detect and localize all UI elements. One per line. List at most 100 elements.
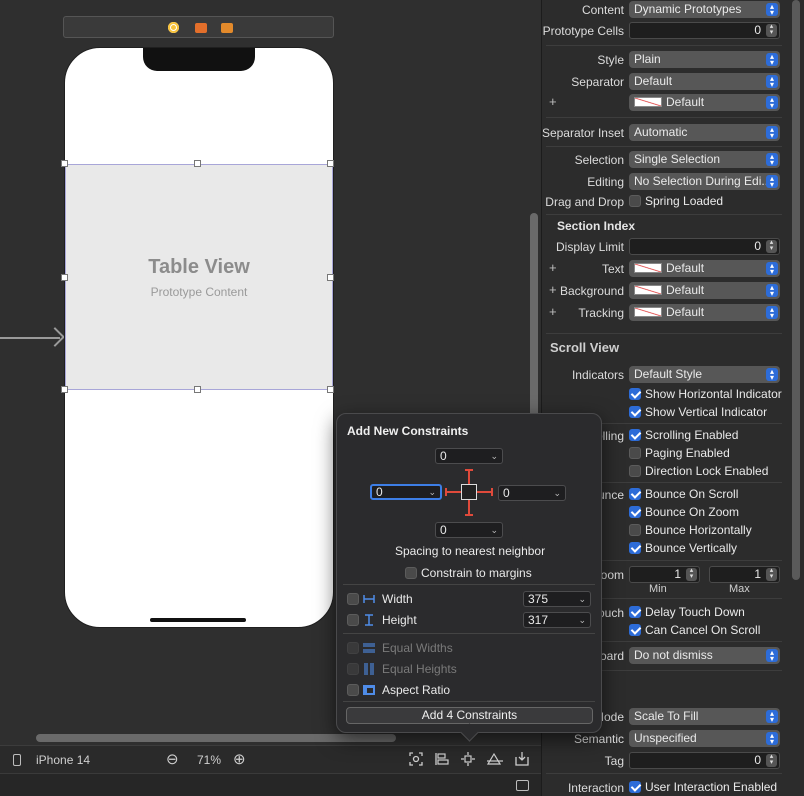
- add-variation-icon[interactable]: +: [549, 304, 557, 319]
- resize-handle[interactable]: [327, 274, 334, 281]
- zoom-out-icon[interactable]: ⊖: [166, 750, 179, 768]
- bottom-spacing-value: 0: [440, 523, 447, 537]
- exit-icon[interactable]: [221, 23, 233, 33]
- zoom-min-field[interactable]: 1 ▴ ▾: [629, 566, 700, 583]
- stepper-icon[interactable]: ▴ ▾: [766, 239, 777, 253]
- height-checkbox[interactable]: [347, 613, 363, 627]
- device-icon[interactable]: [13, 754, 21, 766]
- zoom-max-field[interactable]: 1 ▴ ▾: [709, 566, 780, 583]
- chevron-down-icon[interactable]: ⌄: [428, 486, 436, 498]
- separator-inset-popup[interactable]: Automatic ▴ ▾: [629, 124, 780, 141]
- checkbox-box: [629, 624, 641, 636]
- separator-popup[interactable]: Default ▴ ▾: [629, 73, 780, 90]
- stepper-icon[interactable]: ▴ ▾: [686, 567, 697, 581]
- scrolling-enabled-checkbox[interactable]: Scrolling Enabled: [629, 428, 738, 442]
- popup-arrows-icon: ▴ ▾: [766, 96, 778, 110]
- delay-touch-down-checkbox[interactable]: Delay Touch Down: [629, 605, 745, 619]
- top-strut[interactable]: [468, 469, 470, 484]
- popup-arrows-icon: ▴ ▾: [766, 284, 778, 298]
- bounce-on-zoom-checkbox[interactable]: Bounce On Zoom: [629, 505, 739, 519]
- width-checkbox[interactable]: [347, 592, 363, 606]
- height-field[interactable]: 317 ⌄: [523, 612, 591, 628]
- iphone-frame: Table View Prototype Content: [64, 47, 334, 628]
- resolve-autolayout-icon[interactable]: [486, 751, 504, 767]
- row-index-text: + Text Default ▴ ▾: [542, 259, 792, 279]
- width-field[interactable]: 375 ⌄: [523, 591, 591, 607]
- chevron-down-icon[interactable]: ⌄: [553, 486, 561, 500]
- bottom-strut[interactable]: [468, 500, 470, 515]
- content-popup[interactable]: Dynamic Prototypes ▴ ▾: [629, 1, 780, 18]
- direction-lock-checkbox[interactable]: Direction Lock Enabled: [629, 464, 768, 478]
- stepper-icon[interactable]: ▴ ▾: [766, 753, 777, 767]
- paging-enabled-checkbox[interactable]: Paging Enabled: [629, 446, 730, 460]
- update-frames-icon[interactable]: [408, 751, 424, 767]
- aspect-ratio-checkbox[interactable]: [347, 683, 363, 697]
- inspector-scrollbar[interactable]: [792, 0, 800, 580]
- resize-handle[interactable]: [61, 274, 68, 281]
- top-spacing-field[interactable]: 0 ⌄: [435, 448, 503, 464]
- canvas-horizontal-scrollbar[interactable]: [36, 734, 396, 742]
- chevron-down-icon[interactable]: ⌄: [490, 449, 498, 463]
- first-responder-icon[interactable]: [195, 23, 207, 33]
- tag-field[interactable]: 0 ▴ ▾: [629, 752, 780, 769]
- stepper-icon[interactable]: ▴ ▾: [766, 567, 777, 581]
- spring-loaded-checkbox[interactable]: Spring Loaded: [629, 194, 723, 208]
- table-view[interactable]: Table View Prototype Content: [65, 164, 333, 390]
- content-mode-popup[interactable]: Scale To Fill ▴ ▾: [629, 708, 780, 725]
- semantic-popup[interactable]: Unspecified ▴ ▾: [629, 730, 780, 747]
- chevron-down-icon[interactable]: ⌄: [490, 523, 498, 537]
- resize-handle[interactable]: [327, 160, 334, 167]
- device-selector[interactable]: iPhone 14: [36, 753, 90, 767]
- add-variation-icon[interactable]: +: [549, 94, 557, 109]
- show-vertical-checkbox[interactable]: Show Vertical Indicator: [629, 405, 767, 419]
- display-limit-value: 0: [754, 239, 761, 253]
- show-debug-area-icon[interactable]: [516, 780, 529, 791]
- add-variation-icon[interactable]: +: [549, 282, 557, 297]
- index-background-popup[interactable]: Default ▴ ▾: [629, 282, 780, 299]
- right-spacing-field[interactable]: 0 ⌄: [498, 485, 566, 501]
- resize-handle[interactable]: [327, 386, 334, 393]
- indicators-popup[interactable]: Default Style ▴ ▾: [629, 366, 780, 383]
- table-view-subtitle: Prototype Content: [150, 284, 248, 299]
- resize-handle[interactable]: [194, 386, 201, 393]
- index-text-popup[interactable]: Default ▴ ▾: [629, 260, 780, 277]
- resize-handle[interactable]: [194, 160, 201, 167]
- prototype-cells-field[interactable]: 0 ▴ ▾: [629, 22, 780, 39]
- left-spacing-field[interactable]: 0 ⌄: [370, 484, 442, 500]
- add-variation-icon[interactable]: +: [549, 260, 557, 275]
- chevron-down-icon[interactable]: ⌄: [578, 613, 586, 627]
- add-constraints-button[interactable]: Add 4 Constraints: [346, 707, 593, 724]
- index-tracking-label: Tracking: [578, 306, 624, 320]
- user-interaction-checkbox[interactable]: User Interaction Enabled: [629, 780, 777, 794]
- show-horizontal-checkbox[interactable]: Show Horizontal Indicator: [629, 387, 782, 401]
- style-popup[interactable]: Plain ▴ ▾: [629, 51, 780, 68]
- index-tracking-popup[interactable]: Default ▴ ▾: [629, 304, 780, 321]
- left-strut[interactable]: [445, 491, 461, 493]
- divider: [343, 584, 595, 585]
- separator-color-popup[interactable]: Default ▴ ▾: [629, 94, 780, 111]
- constrain-margins-checkbox[interactable]: Constrain to margins: [405, 566, 532, 580]
- display-limit-field[interactable]: 0 ▴ ▾: [629, 238, 780, 255]
- chevron-down-icon[interactable]: ⌄: [578, 592, 586, 606]
- stepper-icon[interactable]: ▴ ▾: [766, 23, 777, 37]
- bottom-spacing-field[interactable]: 0 ⌄: [435, 522, 503, 538]
- checkbox-box: [629, 606, 641, 618]
- keyboard-popup[interactable]: Do not dismiss ▴ ▾: [629, 647, 780, 664]
- bounce-on-scroll-checkbox[interactable]: Bounce On Scroll: [629, 487, 738, 501]
- editing-popup[interactable]: No Selection During Edi... ▴ ▾: [629, 173, 780, 190]
- selection-popup[interactable]: Single Selection ▴ ▾: [629, 151, 780, 168]
- bounce-vertically-checkbox[interactable]: Bounce Vertically: [629, 541, 737, 555]
- width-icon: [363, 595, 375, 603]
- initial-view-controller-arrow[interactable]: [0, 337, 60, 339]
- embed-in-icon[interactable]: [514, 751, 530, 767]
- resize-handle[interactable]: [61, 160, 68, 167]
- bounce-horizontally-checkbox[interactable]: Bounce Horizontally: [629, 523, 752, 537]
- view-controller-icon[interactable]: [168, 22, 179, 33]
- divider: [343, 633, 595, 634]
- zoom-in-icon[interactable]: ⊕: [233, 750, 246, 768]
- align-icon[interactable]: [434, 751, 450, 767]
- resize-handle[interactable]: [61, 386, 68, 393]
- can-cancel-checkbox[interactable]: Can Cancel On Scroll: [629, 623, 760, 637]
- divider: [546, 146, 782, 147]
- add-new-constraints-icon[interactable]: [460, 751, 476, 767]
